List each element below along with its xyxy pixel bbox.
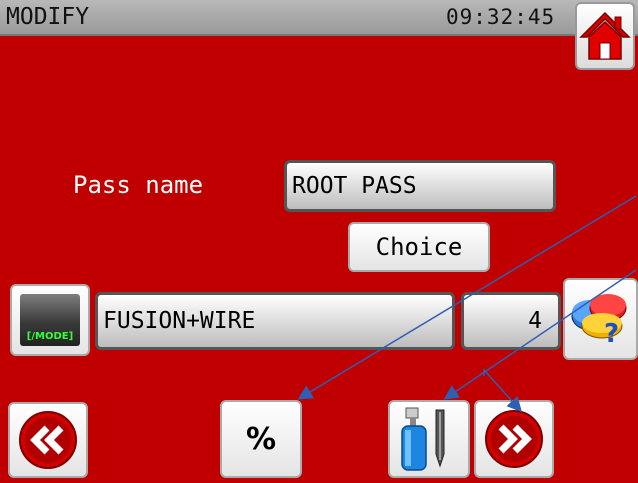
svg-text:?: ? [604, 319, 619, 349]
process-field[interactable]: FUSION+WIRE [95, 292, 455, 350]
next-icon [485, 410, 543, 468]
page-title: MODIFY [6, 4, 90, 30]
program-number-field[interactable]: 4 [461, 292, 561, 350]
mode-icon: [/MODE] [20, 294, 80, 346]
pass-name-field[interactable]: ROOT PASS [284, 160, 556, 212]
mode-button[interactable]: [/MODE] [10, 284, 90, 356]
percent-button[interactable]: % [220, 400, 302, 478]
choice-button[interactable]: Choice [348, 222, 490, 272]
gas-wire-button[interactable] [388, 400, 470, 478]
previous-icon [19, 411, 77, 469]
pass-name-label: Pass name [73, 171, 204, 199]
next-button[interactable] [474, 400, 554, 478]
help-button[interactable]: ? [563, 278, 638, 360]
help-icon: ? [571, 294, 626, 349]
home-icon [579, 11, 631, 60]
clock: 09:32:45 [446, 5, 556, 29]
mode-label: [/MODE] [26, 331, 74, 342]
gas-wire-icon [401, 407, 445, 471]
home-button[interactable] [575, 2, 635, 70]
previous-button[interactable] [8, 402, 88, 478]
